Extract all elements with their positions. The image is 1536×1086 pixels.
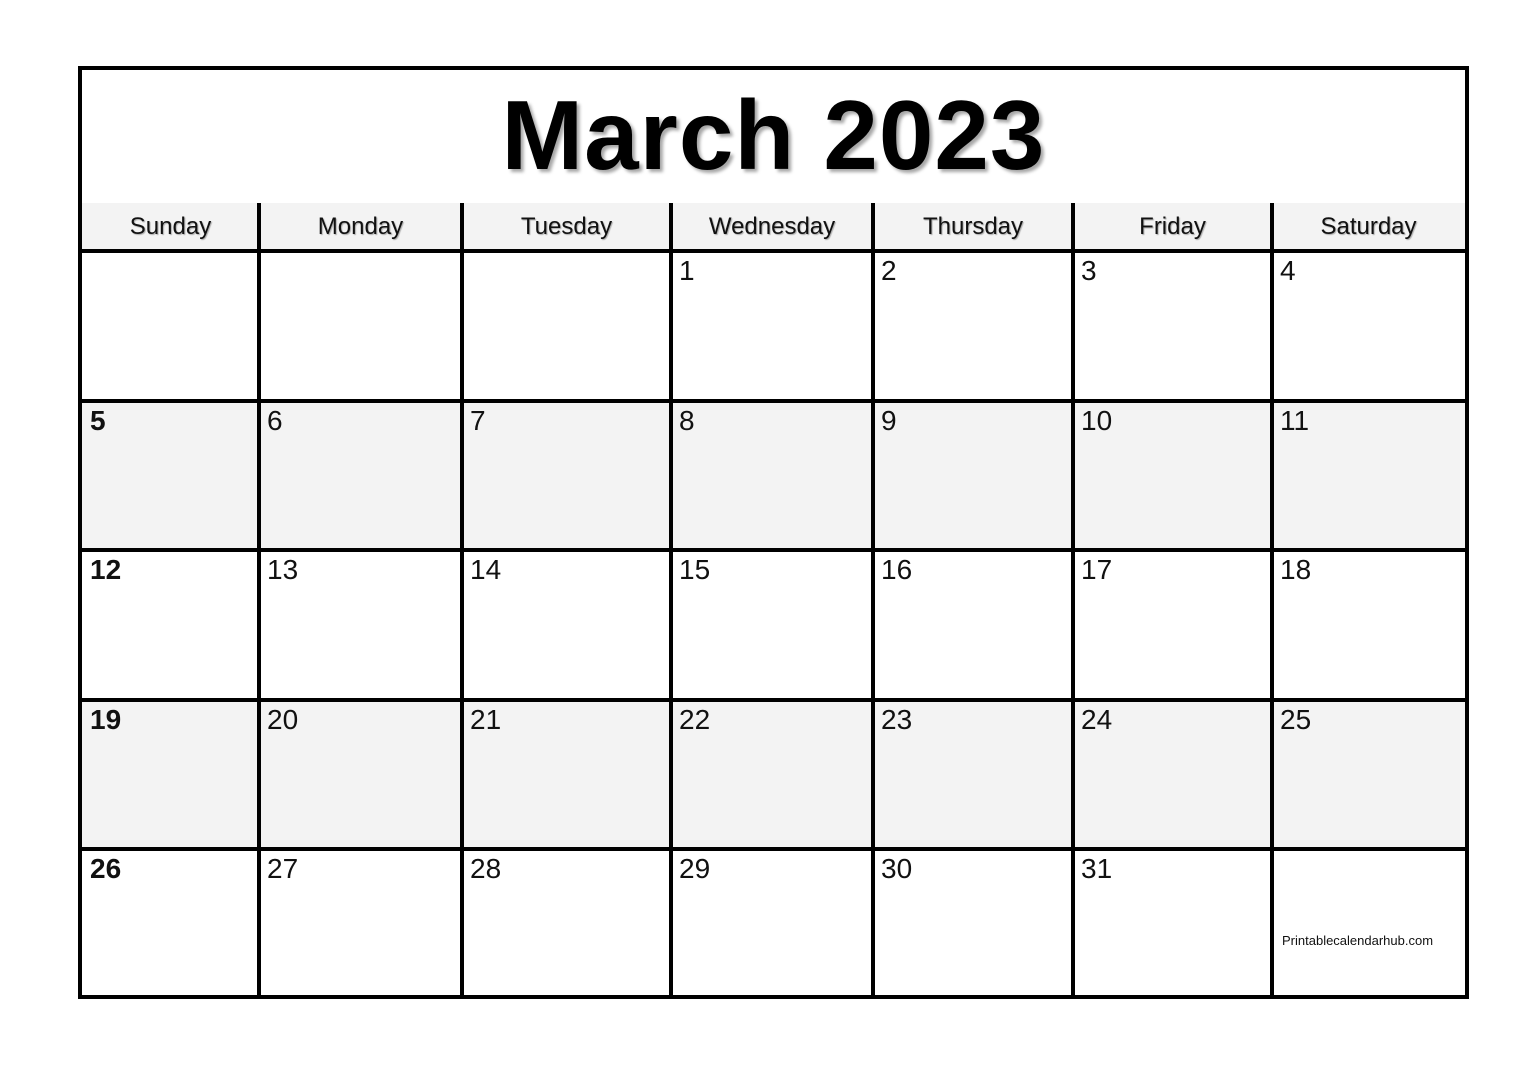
day-cell-20[interactable]: 20 [259, 699, 462, 850]
day-cell-30[interactable]: 30 [873, 849, 1073, 999]
day-number: 6 [267, 404, 283, 436]
day-cell-15[interactable]: 15 [671, 550, 873, 700]
grid-vertical-line [1270, 203, 1274, 995]
day-cell-19[interactable]: 19 [82, 699, 259, 850]
credit-text: Printablecalendarhub.com [1282, 933, 1434, 949]
grid-vertical-line [1071, 203, 1075, 995]
day-cell-1[interactable]: 1 [671, 251, 873, 401]
day-number: 5 [90, 404, 106, 436]
day-number: 21 [470, 703, 502, 735]
grid-horizontal-line [82, 548, 1465, 553]
grid-vertical-line [871, 203, 875, 995]
day-number: 14 [470, 554, 502, 586]
empty-day-cell[interactable] [259, 251, 462, 401]
day-cell-24[interactable]: 24 [1073, 699, 1272, 850]
empty-day-cell[interactable] [462, 251, 671, 401]
day-cell-28[interactable]: 28 [462, 849, 671, 999]
day-cell-26[interactable]: 26 [82, 849, 259, 999]
day-cell-4[interactable]: 4 [1272, 251, 1465, 401]
day-cell-12[interactable]: 12 [82, 550, 259, 700]
day-number: 20 [267, 703, 299, 735]
day-number: 22 [679, 703, 711, 735]
day-number: 19 [90, 703, 122, 735]
day-number: 31 [1081, 853, 1113, 885]
grid-horizontal-line [82, 398, 1465, 403]
day-cell-13[interactable]: 13 [259, 550, 462, 700]
title-row: March 2023 [82, 70, 1465, 207]
day-cell-5[interactable]: 5 [82, 400, 259, 551]
day-number: 8 [679, 404, 695, 436]
day-cell-11[interactable]: 11 [1272, 400, 1465, 551]
day-number: 7 [470, 404, 486, 436]
day-cell-16[interactable]: 16 [873, 550, 1073, 700]
weekday-header-saturday: Saturday [1272, 203, 1465, 251]
weekday-header-monday: Monday [259, 203, 462, 251]
day-cell-27[interactable]: 27 [259, 849, 462, 999]
weekday-header-tuesday: Tuesday [462, 203, 671, 251]
day-cell-17[interactable]: 17 [1073, 550, 1272, 700]
grid-horizontal-line [82, 249, 1465, 253]
day-number: 11 [1280, 404, 1310, 436]
grid-horizontal-line [82, 697, 1465, 702]
day-number: 17 [1081, 554, 1113, 586]
day-cell-29[interactable]: 29 [671, 849, 873, 999]
calendar: March 2023 Sunday Monday Tuesday Wednesday T… [78, 66, 1469, 999]
day-cell-6[interactable]: 6 [259, 400, 462, 551]
day-number: 4 [1280, 255, 1296, 286]
day-number: 25 [1280, 703, 1312, 735]
day-number: 13 [267, 554, 299, 586]
day-number: 10 [1081, 404, 1113, 436]
weekday-header-wednesday: Wednesday [671, 203, 873, 251]
day-cell-9[interactable]: 9 [873, 400, 1073, 551]
grid-vertical-line [669, 203, 673, 995]
day-number: 9 [881, 404, 897, 436]
weekday-header-friday: Friday [1073, 203, 1272, 251]
day-number: 3 [1081, 255, 1097, 286]
day-cell-18[interactable]: 18 [1272, 550, 1465, 700]
day-cell-21[interactable]: 21 [462, 699, 671, 850]
day-number: 12 [90, 554, 122, 586]
day-cell-23[interactable]: 23 [873, 699, 1073, 850]
day-number: 27 [267, 853, 299, 885]
day-cell-25[interactable]: 25 [1272, 699, 1465, 850]
day-number: 2 [881, 255, 897, 286]
grid-horizontal-line [82, 847, 1465, 852]
day-cell-3[interactable]: 3 [1073, 251, 1272, 401]
day-number: 24 [1081, 703, 1113, 735]
grid-vertical-line [257, 203, 261, 995]
day-cell-8[interactable]: 8 [671, 400, 873, 551]
day-cell-14[interactable]: 14 [462, 550, 671, 700]
calendar-grid: Sunday Monday Tuesday Wednesday Thursday Frid… [82, 203, 1465, 995]
day-cell-10[interactable]: 10 [1073, 400, 1272, 551]
day-number: 26 [90, 853, 122, 885]
day-number: 28 [470, 853, 502, 885]
empty-day-cell[interactable]: Printablecalendarhub.com [1272, 849, 1465, 999]
day-number: 23 [881, 703, 913, 735]
day-cell-31[interactable]: 31 [1073, 849, 1272, 999]
day-cell-2[interactable]: 2 [873, 251, 1073, 401]
calendar-title: March 2023 [501, 80, 1046, 190]
weekday-header-thursday: Thursday [873, 203, 1073, 251]
day-cell-22[interactable]: 22 [671, 699, 873, 850]
grid-vertical-line [460, 203, 464, 995]
day-number: 16 [881, 554, 913, 586]
day-number: 30 [881, 853, 913, 885]
day-cell-7[interactable]: 7 [462, 400, 671, 551]
day-number: 15 [679, 554, 711, 586]
day-number: 18 [1280, 554, 1312, 586]
day-number: 1 [679, 255, 695, 286]
day-number: 29 [679, 853, 711, 885]
empty-day-cell[interactable] [82, 251, 259, 401]
weekday-header-sunday: Sunday [82, 203, 259, 251]
